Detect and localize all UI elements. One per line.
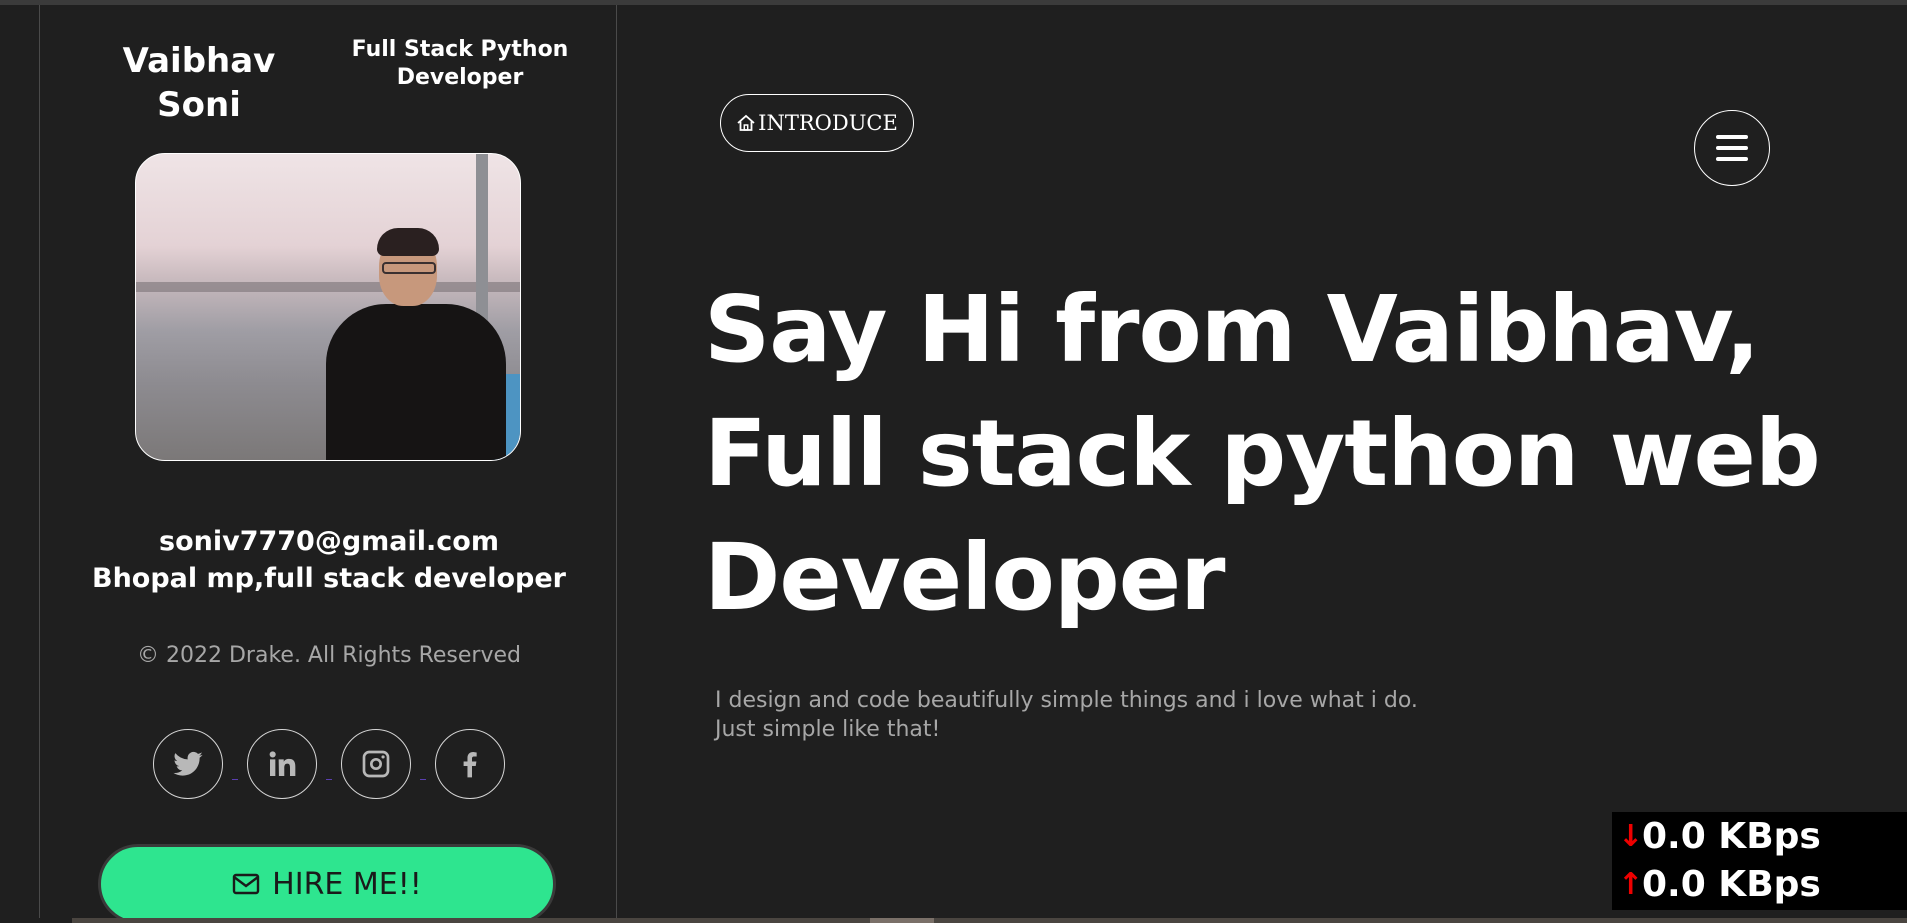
profile-role-line1: Full Stack Python (351, 37, 569, 62)
facebook-link[interactable] (435, 729, 505, 799)
hero-tagline-line2: Just simple like that! (715, 717, 941, 742)
linkedin-icon (269, 751, 296, 776)
photo-horizon (136, 282, 520, 292)
profile-name-last: Soni (157, 85, 241, 125)
upload-arrow-icon: ↑ (1618, 866, 1644, 902)
photo-person-body (326, 304, 506, 460)
linkedin-link[interactable] (247, 729, 317, 799)
hero-tagline: I design and code beautifully simple thi… (715, 686, 1475, 744)
profile-name: Vaibhav Soni (84, 39, 314, 127)
hero-headline-line3: Developer (704, 524, 1226, 631)
hero-tagline-line1: I design and code beautifully simple thi… (715, 688, 1418, 713)
upload-speed: 0.0 KBps (1642, 863, 1821, 905)
social-divider (232, 779, 238, 780)
twitter-link[interactable] (153, 729, 223, 799)
contact-info: soniv7770@gmail.com Bhopal mp,full stack… (80, 523, 578, 597)
network-speed-meter: ↓ 0.0 KBps ↑ 0.0 KBps (1612, 812, 1907, 910)
twitter-icon (173, 751, 203, 776)
contact-email[interactable]: soniv7770@gmail.com (80, 523, 578, 560)
photo-person-hair (377, 228, 439, 256)
upload-speed-row: ↑ 0.0 KBps (1618, 860, 1907, 908)
hero-headline-line2: Full stack python web (704, 400, 1821, 507)
hero-headline: Say Hi from Vaibhav, Full stack python w… (704, 268, 1864, 640)
mail-icon (232, 873, 260, 895)
hire-me-label: HIRE ME!! (272, 866, 422, 902)
copyright-text: © 2022 Drake. All Rights Reserved (137, 643, 521, 668)
profile-role-line2: Developer (396, 65, 524, 90)
social-divider (420, 779, 426, 780)
social-divider (326, 779, 332, 780)
profile-photo (135, 153, 521, 461)
hero-headline-line1: Say Hi from Vaibhav, (704, 276, 1760, 383)
hamburger-menu-button[interactable] (1694, 110, 1770, 186)
download-speed-row: ↓ 0.0 KBps (1618, 812, 1907, 860)
hire-me-button[interactable]: HIRE ME!! (98, 844, 556, 923)
photo-person-glasses (382, 262, 436, 274)
taskbar-segment (870, 918, 934, 923)
introduce-label: INTRODUCE (758, 111, 898, 135)
profile-role: Full Stack Python Developer (340, 36, 580, 92)
download-arrow-icon: ↓ (1618, 818, 1644, 854)
introduce-button[interactable]: INTRODUCE (720, 94, 914, 152)
profile-name-first: Vaibhav (122, 41, 276, 81)
home-icon (737, 114, 755, 131)
profile-sidebar: Vaibhav Soni Full Stack Python Developer… (39, 5, 617, 923)
facebook-icon (463, 752, 477, 778)
instagram-icon (362, 750, 390, 778)
download-speed: 0.0 KBps (1642, 815, 1821, 857)
contact-location: Bhopal mp,full stack developer (91, 563, 567, 594)
social-links (153, 729, 513, 799)
instagram-link[interactable] (341, 729, 411, 799)
hamburger-icon (1716, 135, 1748, 161)
taskbar-strip (72, 918, 1907, 923)
